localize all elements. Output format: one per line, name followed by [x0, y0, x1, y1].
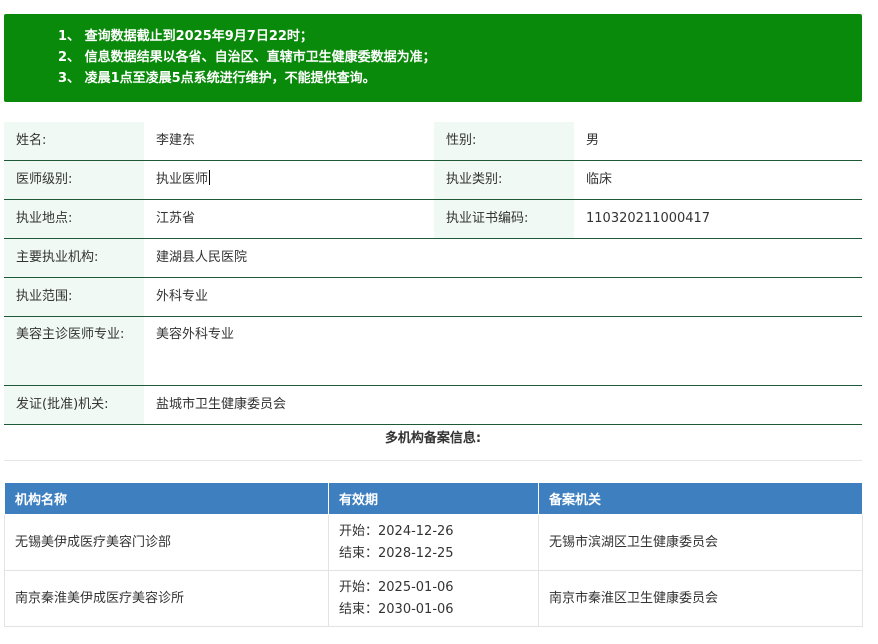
info-row: 主要执业机构: 建湖县人民医院 [4, 238, 862, 278]
level-value: 执业医师 [144, 160, 434, 200]
cosmetic-value: 美容外科专业 [144, 316, 862, 386]
validity-start: 开始：2024-12-26 [339, 523, 454, 539]
validity-period: 开始：2024-12-26 结束：2028-12-25 [328, 514, 539, 571]
location-label: 执业地点: [4, 199, 144, 239]
validity-start: 开始：2025-01-06 [339, 579, 454, 595]
notice-line: 3、 凌晨1点至凌晨5点系统进行维护，不能提供查询。 [58, 71, 376, 86]
multi-institution-title: 多机构备案信息: [4, 418, 862, 461]
validity-period: 开始：2025-01-06 结束：2030-01-06 [328, 570, 539, 627]
level-text: 执业医师 [156, 172, 209, 187]
notice-banner: 1、 查询数据截止到2025年9月7日22时； 2、 信息数据结果以各省、自治区… [4, 14, 862, 102]
notice-line: 1、 查询数据截止到2025年9月7日22时； [58, 29, 313, 44]
table-row: 南京秦淮美伊成医疗美容诊所 开始：2025-01-06 结束：2030-01-0… [4, 570, 863, 627]
info-row: 执业范围: 外科专业 [4, 277, 862, 317]
info-row: 姓名: 李建东 性别: 男 [4, 122, 862, 161]
gender-value: 男 [574, 122, 862, 161]
location-value: 江苏省 [144, 199, 434, 239]
level-label: 医师级别: [4, 160, 144, 200]
table-header-row: 机构名称 有效期 备案机关 [4, 482, 863, 515]
cosmetic-label: 美容主诊医师专业: [4, 316, 144, 386]
registration-authority: 南京市秦淮区卫生健康委员会 [538, 570, 863, 627]
cert-value: 110320211000417 [574, 199, 862, 239]
table-row: 无锡美伊成医疗美容门诊部 开始：2024-12-26 结束：2028-12-25… [4, 514, 863, 571]
notice-line: 2、 信息数据结果以各省、自治区、直辖市卫生健康委数据为准； [58, 50, 436, 65]
category-value: 临床 [574, 160, 862, 200]
name-label: 姓名: [4, 122, 144, 161]
category-label: 执业类别: [434, 160, 574, 200]
institution-name: 南京秦淮美伊成医疗美容诊所 [4, 570, 329, 627]
cert-label: 执业证书编码: [434, 199, 574, 239]
registration-table: 机构名称 有效期 备案机关 无锡美伊成医疗美容门诊部 开始：2024-12-26… [4, 482, 863, 627]
doctor-info-table: 姓名: 李建东 性别: 男 医师级别: 执业医师 执业类别: 临床 执业地点: … [4, 122, 862, 425]
info-row: 执业地点: 江苏省 执业证书编码: 110320211000417 [4, 199, 862, 239]
validity-end: 结束：2030-01-06 [339, 601, 454, 617]
text-cursor [209, 170, 211, 185]
registration-authority: 无锡市滨湖区卫生健康委员会 [538, 514, 863, 571]
info-row: 医师级别: 执业医师 执业类别: 临床 [4, 160, 862, 200]
name-value: 李建东 [144, 122, 434, 161]
column-header-authority: 备案机关 [538, 482, 863, 515]
validity-end: 结束：2028-12-25 [339, 545, 454, 561]
scope-value: 外科专业 [144, 277, 862, 317]
institution-name: 无锡美伊成医疗美容门诊部 [4, 514, 329, 571]
info-row: 美容主诊医师专业: 美容外科专业 [4, 316, 862, 386]
column-header-institution: 机构名称 [4, 482, 329, 515]
institution-value: 建湖县人民医院 [144, 238, 862, 278]
institution-label: 主要执业机构: [4, 238, 144, 278]
scope-label: 执业范围: [4, 277, 144, 317]
column-header-validity: 有效期 [328, 482, 539, 515]
gender-label: 性别: [434, 122, 574, 161]
